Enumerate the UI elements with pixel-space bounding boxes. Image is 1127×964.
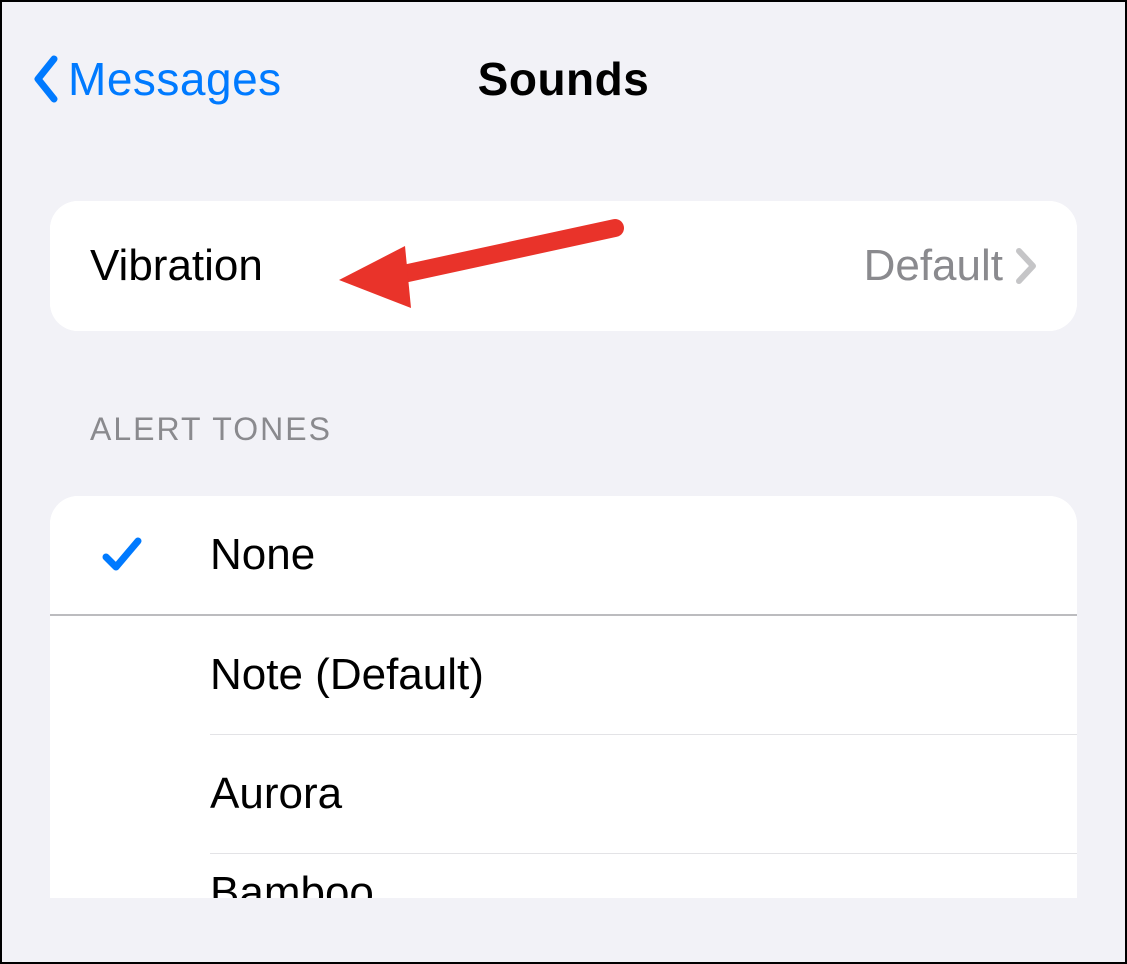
tone-row-none[interactable]: None xyxy=(50,496,1077,614)
alert-tones-group: None Note (Default) Aurora Bamboo xyxy=(50,496,1077,898)
tone-label: Aurora xyxy=(210,769,342,819)
back-label: Messages xyxy=(68,52,282,106)
vibration-value: Default xyxy=(864,241,1003,291)
tone-row-aurora[interactable]: Aurora xyxy=(50,735,1077,853)
back-button[interactable]: Messages xyxy=(32,52,282,106)
header-bar: Messages Sounds xyxy=(2,2,1125,136)
tone-row-bamboo[interactable]: Bamboo xyxy=(50,854,1077,898)
checkmark-icon xyxy=(100,533,144,577)
chevron-left-icon xyxy=(32,55,60,103)
chevron-right-icon xyxy=(1015,247,1037,285)
tone-label: None xyxy=(210,530,315,580)
alert-tones-header: ALERT TONES xyxy=(50,411,1077,466)
tone-label: Bamboo xyxy=(210,868,374,898)
tone-label: Note (Default) xyxy=(210,650,484,700)
vibration-group: Vibration Default xyxy=(50,201,1077,331)
page-title: Sounds xyxy=(478,52,650,106)
tone-row-note[interactable]: Note (Default) xyxy=(50,616,1077,734)
vibration-label: Vibration xyxy=(90,241,864,291)
vibration-row[interactable]: Vibration Default xyxy=(50,201,1077,331)
